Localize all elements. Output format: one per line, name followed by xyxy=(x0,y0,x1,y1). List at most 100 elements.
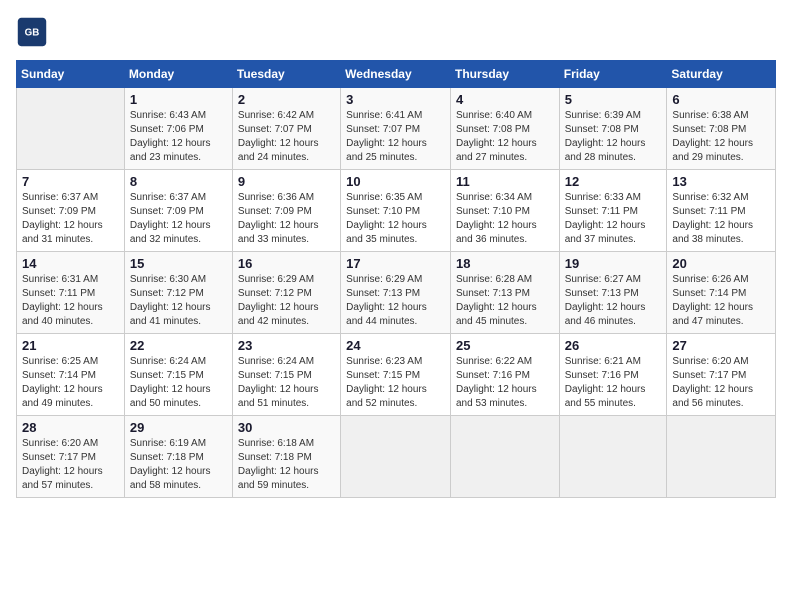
col-header-saturday: Saturday xyxy=(667,61,776,88)
day-number: 15 xyxy=(130,256,227,271)
day-number: 27 xyxy=(672,338,770,353)
day-info: Sunrise: 6:19 AMSunset: 7:18 PMDaylight:… xyxy=(130,438,211,491)
day-number: 21 xyxy=(22,338,119,353)
col-header-wednesday: Wednesday xyxy=(341,61,451,88)
day-number: 3 xyxy=(346,92,445,107)
calendar-cell: 21 Sunrise: 6:25 AMSunset: 7:14 PMDaylig… xyxy=(17,334,125,416)
calendar-cell: 22 Sunrise: 6:24 AMSunset: 7:15 PMDaylig… xyxy=(124,334,232,416)
calendar-cell: 4 Sunrise: 6:40 AMSunset: 7:08 PMDayligh… xyxy=(450,88,559,170)
logo: GB xyxy=(16,16,52,48)
calendar-cell: 16 Sunrise: 6:29 AMSunset: 7:12 PMDaylig… xyxy=(232,252,340,334)
calendar-cell: 7 Sunrise: 6:37 AMSunset: 7:09 PMDayligh… xyxy=(17,170,125,252)
day-info: Sunrise: 6:39 AMSunset: 7:08 PMDaylight:… xyxy=(565,110,646,163)
col-header-monday: Monday xyxy=(124,61,232,88)
calendar-cell: 12 Sunrise: 6:33 AMSunset: 7:11 PMDaylig… xyxy=(559,170,667,252)
day-number: 29 xyxy=(130,420,227,435)
day-number: 14 xyxy=(22,256,119,271)
day-info: Sunrise: 6:29 AMSunset: 7:13 PMDaylight:… xyxy=(346,274,427,327)
day-number: 13 xyxy=(672,174,770,189)
svg-text:GB: GB xyxy=(25,28,40,39)
day-info: Sunrise: 6:24 AMSunset: 7:15 PMDaylight:… xyxy=(130,356,211,409)
day-info: Sunrise: 6:36 AMSunset: 7:09 PMDaylight:… xyxy=(238,192,319,245)
day-info: Sunrise: 6:23 AMSunset: 7:15 PMDaylight:… xyxy=(346,356,427,409)
day-info: Sunrise: 6:34 AMSunset: 7:10 PMDaylight:… xyxy=(456,192,537,245)
day-number: 11 xyxy=(456,174,554,189)
day-info: Sunrise: 6:31 AMSunset: 7:11 PMDaylight:… xyxy=(22,274,103,327)
day-number: 19 xyxy=(565,256,662,271)
day-number: 17 xyxy=(346,256,445,271)
day-info: Sunrise: 6:27 AMSunset: 7:13 PMDaylight:… xyxy=(565,274,646,327)
calendar-cell xyxy=(559,416,667,498)
day-number: 8 xyxy=(130,174,227,189)
day-info: Sunrise: 6:21 AMSunset: 7:16 PMDaylight:… xyxy=(565,356,646,409)
calendar-cell: 27 Sunrise: 6:20 AMSunset: 7:17 PMDaylig… xyxy=(667,334,776,416)
logo-icon: GB xyxy=(16,16,48,48)
day-number: 4 xyxy=(456,92,554,107)
calendar-cell: 18 Sunrise: 6:28 AMSunset: 7:13 PMDaylig… xyxy=(450,252,559,334)
day-number: 9 xyxy=(238,174,335,189)
day-number: 12 xyxy=(565,174,662,189)
calendar-cell: 20 Sunrise: 6:26 AMSunset: 7:14 PMDaylig… xyxy=(667,252,776,334)
day-number: 26 xyxy=(565,338,662,353)
day-number: 23 xyxy=(238,338,335,353)
day-number: 30 xyxy=(238,420,335,435)
day-info: Sunrise: 6:40 AMSunset: 7:08 PMDaylight:… xyxy=(456,110,537,163)
day-info: Sunrise: 6:35 AMSunset: 7:10 PMDaylight:… xyxy=(346,192,427,245)
page-header: GB xyxy=(16,16,776,48)
day-info: Sunrise: 6:18 AMSunset: 7:18 PMDaylight:… xyxy=(238,438,319,491)
day-number: 10 xyxy=(346,174,445,189)
day-number: 20 xyxy=(672,256,770,271)
calendar-cell: 11 Sunrise: 6:34 AMSunset: 7:10 PMDaylig… xyxy=(450,170,559,252)
calendar-cell xyxy=(17,88,125,170)
calendar-cell: 10 Sunrise: 6:35 AMSunset: 7:10 PMDaylig… xyxy=(341,170,451,252)
day-info: Sunrise: 6:20 AMSunset: 7:17 PMDaylight:… xyxy=(22,438,103,491)
calendar-cell: 17 Sunrise: 6:29 AMSunset: 7:13 PMDaylig… xyxy=(341,252,451,334)
day-number: 16 xyxy=(238,256,335,271)
calendar-cell: 19 Sunrise: 6:27 AMSunset: 7:13 PMDaylig… xyxy=(559,252,667,334)
calendar-cell: 23 Sunrise: 6:24 AMSunset: 7:15 PMDaylig… xyxy=(232,334,340,416)
day-info: Sunrise: 6:37 AMSunset: 7:09 PMDaylight:… xyxy=(22,192,103,245)
calendar-cell: 14 Sunrise: 6:31 AMSunset: 7:11 PMDaylig… xyxy=(17,252,125,334)
calendar-cell: 8 Sunrise: 6:37 AMSunset: 7:09 PMDayligh… xyxy=(124,170,232,252)
day-info: Sunrise: 6:20 AMSunset: 7:17 PMDaylight:… xyxy=(672,356,753,409)
day-number: 22 xyxy=(130,338,227,353)
day-number: 25 xyxy=(456,338,554,353)
calendar-cell xyxy=(450,416,559,498)
day-number: 28 xyxy=(22,420,119,435)
calendar-cell: 24 Sunrise: 6:23 AMSunset: 7:15 PMDaylig… xyxy=(341,334,451,416)
day-info: Sunrise: 6:28 AMSunset: 7:13 PMDaylight:… xyxy=(456,274,537,327)
day-info: Sunrise: 6:29 AMSunset: 7:12 PMDaylight:… xyxy=(238,274,319,327)
calendar-cell: 15 Sunrise: 6:30 AMSunset: 7:12 PMDaylig… xyxy=(124,252,232,334)
day-info: Sunrise: 6:38 AMSunset: 7:08 PMDaylight:… xyxy=(672,110,753,163)
day-info: Sunrise: 6:33 AMSunset: 7:11 PMDaylight:… xyxy=(565,192,646,245)
day-info: Sunrise: 6:42 AMSunset: 7:07 PMDaylight:… xyxy=(238,110,319,163)
calendar-cell: 13 Sunrise: 6:32 AMSunset: 7:11 PMDaylig… xyxy=(667,170,776,252)
day-info: Sunrise: 6:25 AMSunset: 7:14 PMDaylight:… xyxy=(22,356,103,409)
calendar-cell: 9 Sunrise: 6:36 AMSunset: 7:09 PMDayligh… xyxy=(232,170,340,252)
calendar-cell: 28 Sunrise: 6:20 AMSunset: 7:17 PMDaylig… xyxy=(17,416,125,498)
day-number: 18 xyxy=(456,256,554,271)
day-number: 2 xyxy=(238,92,335,107)
calendar-table: SundayMondayTuesdayWednesdayThursdayFrid… xyxy=(16,60,776,498)
day-info: Sunrise: 6:32 AMSunset: 7:11 PMDaylight:… xyxy=(672,192,753,245)
calendar-cell: 5 Sunrise: 6:39 AMSunset: 7:08 PMDayligh… xyxy=(559,88,667,170)
calendar-cell: 29 Sunrise: 6:19 AMSunset: 7:18 PMDaylig… xyxy=(124,416,232,498)
calendar-cell: 26 Sunrise: 6:21 AMSunset: 7:16 PMDaylig… xyxy=(559,334,667,416)
day-number: 24 xyxy=(346,338,445,353)
day-info: Sunrise: 6:24 AMSunset: 7:15 PMDaylight:… xyxy=(238,356,319,409)
day-number: 5 xyxy=(565,92,662,107)
calendar-cell xyxy=(341,416,451,498)
col-header-thursday: Thursday xyxy=(450,61,559,88)
day-info: Sunrise: 6:37 AMSunset: 7:09 PMDaylight:… xyxy=(130,192,211,245)
calendar-cell xyxy=(667,416,776,498)
day-number: 1 xyxy=(130,92,227,107)
day-info: Sunrise: 6:43 AMSunset: 7:06 PMDaylight:… xyxy=(130,110,211,163)
day-number: 7 xyxy=(22,174,119,189)
col-header-friday: Friday xyxy=(559,61,667,88)
calendar-cell: 3 Sunrise: 6:41 AMSunset: 7:07 PMDayligh… xyxy=(341,88,451,170)
calendar-cell: 2 Sunrise: 6:42 AMSunset: 7:07 PMDayligh… xyxy=(232,88,340,170)
day-info: Sunrise: 6:41 AMSunset: 7:07 PMDaylight:… xyxy=(346,110,427,163)
calendar-cell: 6 Sunrise: 6:38 AMSunset: 7:08 PMDayligh… xyxy=(667,88,776,170)
day-info: Sunrise: 6:30 AMSunset: 7:12 PMDaylight:… xyxy=(130,274,211,327)
calendar-cell: 1 Sunrise: 6:43 AMSunset: 7:06 PMDayligh… xyxy=(124,88,232,170)
